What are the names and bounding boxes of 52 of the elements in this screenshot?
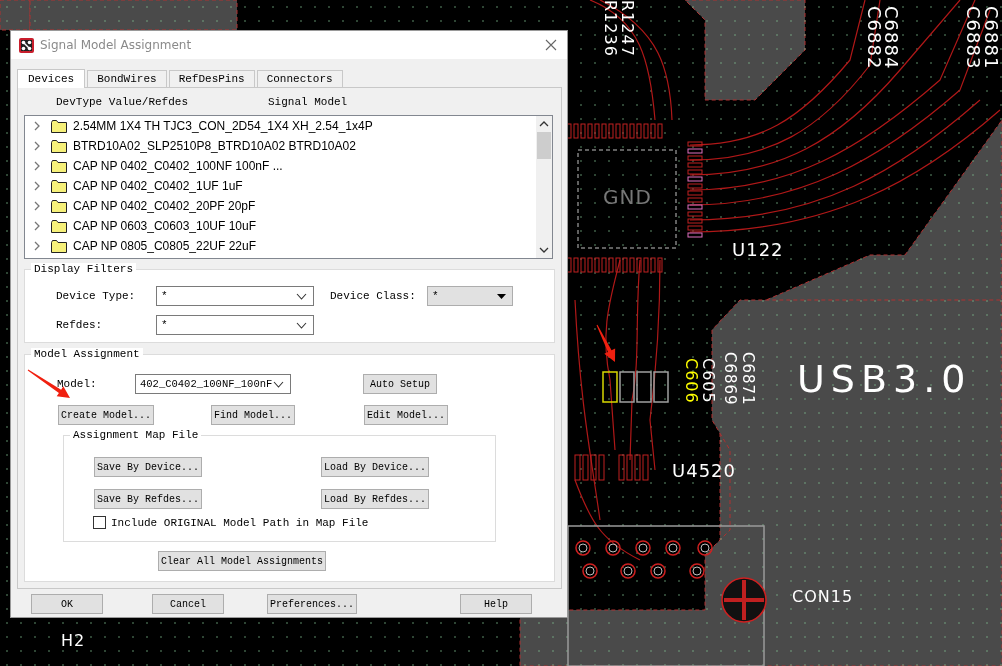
dropdown[interactable]: * <box>427 286 513 306</box>
tree-item[interactable]: CAP NP 0402_C0402_1UF 1uF <box>25 176 536 196</box>
button[interactable]: Find Model... <box>211 405 295 425</box>
field-label: Device Class: <box>330 290 417 302</box>
field-label: Model: <box>57 378 98 390</box>
tree-item[interactable]: CAP NP 0402_C0402_20PF 20pF <box>25 196 536 216</box>
button[interactable]: Auto Setup <box>363 374 437 394</box>
field-label: Refdes: <box>56 319 104 331</box>
checkbox-label: Include ORIGINAL Model Path in Map File <box>111 516 369 529</box>
silkscreen-label: GND <box>603 185 652 209</box>
silkscreen-label: C6869 <box>721 352 739 406</box>
button[interactable]: Save By Device... <box>94 457 202 477</box>
tab[interactable]: Devices <box>17 69 86 88</box>
silkscreen-label: C6883 <box>963 6 984 70</box>
tab[interactable]: Connectors <box>256 70 343 87</box>
silkscreen-label: R1247 <box>618 0 637 57</box>
button[interactable]: Create Model... <box>58 405 154 425</box>
tree-item[interactable]: 2.54MM 1X4 TH TJC3_CON_2D54_1X4 XH_2.54_1x4P <box>25 116 536 136</box>
silkscreen-label: U4520 <box>672 460 736 481</box>
silkscreen-label: H2 <box>61 631 86 650</box>
button[interactable]: Cancel <box>152 594 224 614</box>
combo-field[interactable]: 402_C0402_100NF_100nF <box>135 374 291 394</box>
tree-item[interactable]: CAP NP 0603_C0603_10UF 10uF <box>25 216 536 236</box>
tab[interactable]: RefDesPins <box>168 70 255 87</box>
button[interactable]: Load By Device... <box>321 457 429 477</box>
combo-field[interactable]: * <box>156 286 314 306</box>
silkscreen-label: C606 <box>682 358 701 404</box>
silkscreen-label: R1236 <box>601 0 620 57</box>
button[interactable]: Preferences... <box>267 594 357 614</box>
button[interactable]: Help <box>460 594 532 614</box>
button[interactable]: Clear All Model Assignments <box>158 551 326 571</box>
button[interactable]: Edit Model... <box>364 405 448 425</box>
silkscreen-label: C6871 <box>739 352 757 406</box>
tree-item[interactable]: CAP NP 0402_C0402_100NF 100nF ... <box>25 156 536 176</box>
tree-item[interactable]: CAP NP 0805_C0805_22UF 22uF <box>25 236 536 256</box>
window-title: Signal Model Assignment <box>40 38 193 52</box>
button[interactable]: OK <box>31 594 103 614</box>
silkscreen-label: CON15 <box>792 587 854 606</box>
tree-item[interactable]: BTRD10A02_SLP2510P8_BTRD10A02 BTRD10A02 <box>25 136 536 156</box>
group-title: Model Assignment <box>31 348 143 360</box>
silkscreen-label: C6881 <box>981 6 1002 70</box>
tab[interactable]: BondWires <box>87 70 167 87</box>
silkscreen-label: U122 <box>732 239 784 260</box>
combo-field[interactable]: * <box>156 315 314 335</box>
column-header: Signal Model <box>268 95 348 108</box>
column-header: DevType Value/Refdes <box>56 95 190 108</box>
silkscreen-label: C605 <box>699 358 718 404</box>
group-title: Display Filters <box>31 263 137 275</box>
field-label: Device Type: <box>56 290 137 302</box>
button[interactable]: Load By Refdes... <box>321 489 429 509</box>
button[interactable]: Save By Refdes... <box>94 489 202 509</box>
silkscreen-label: USB3.0 <box>797 357 972 401</box>
